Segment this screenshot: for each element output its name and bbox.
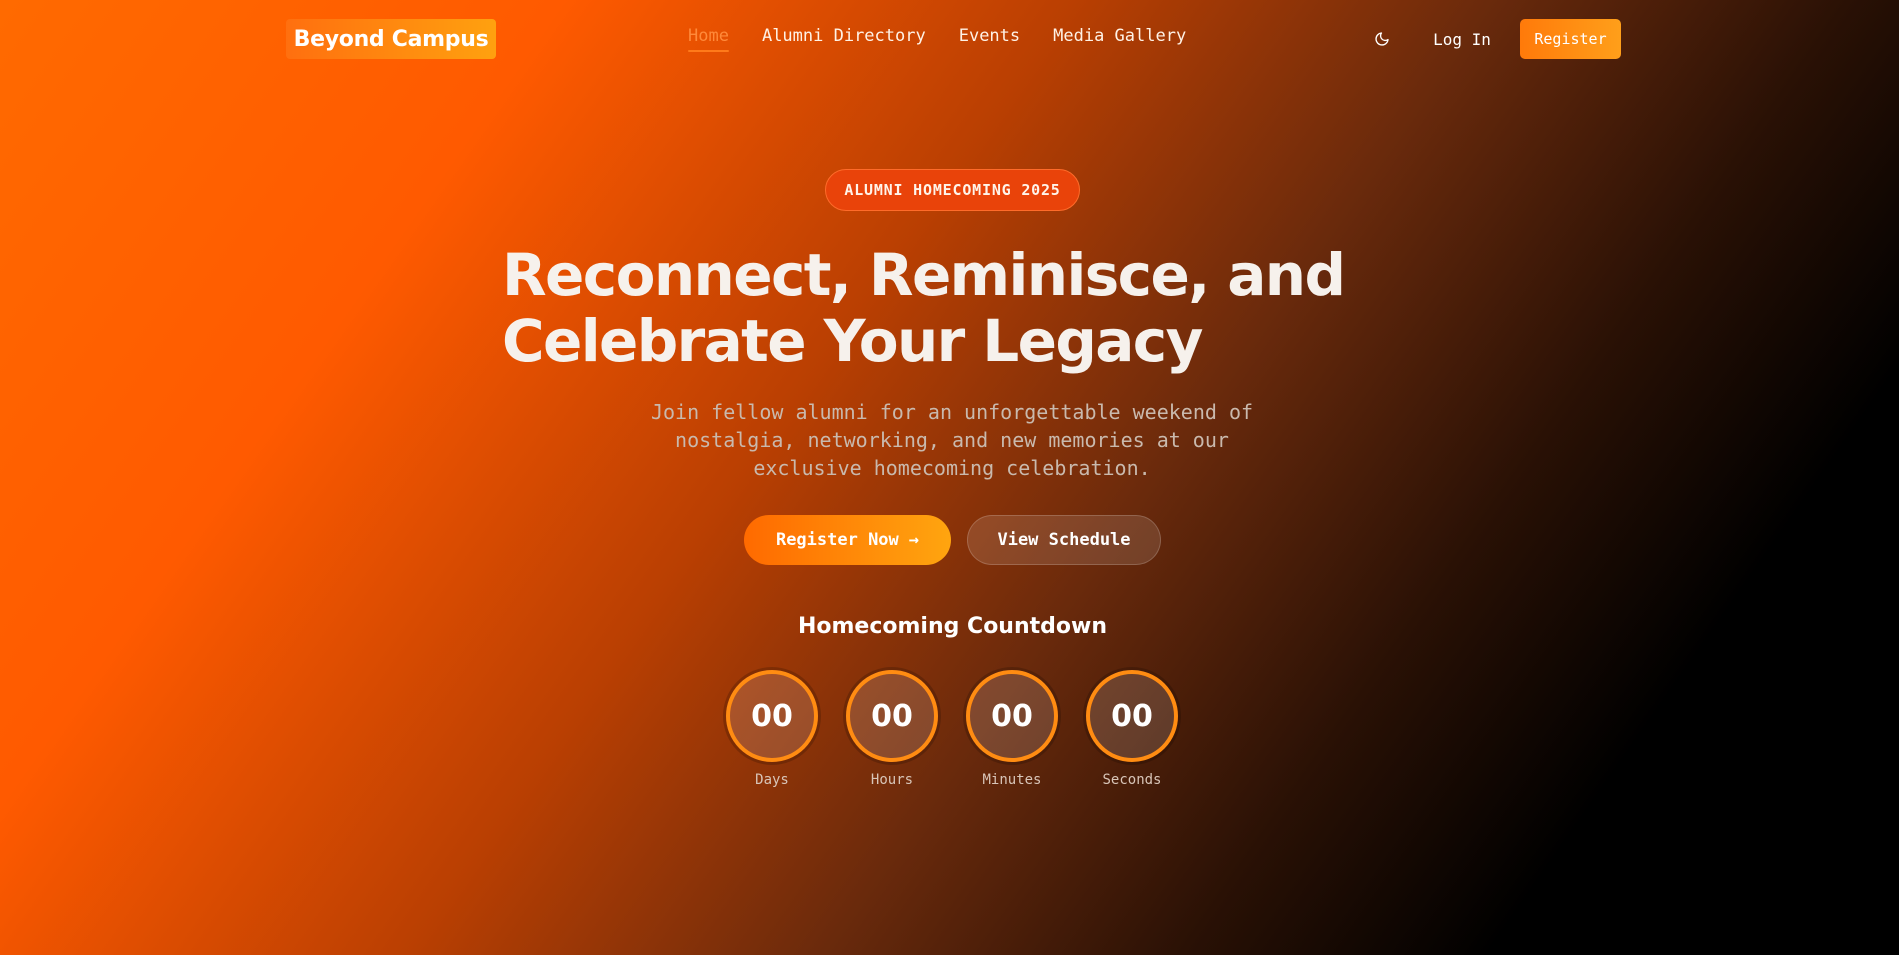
- view-schedule-button[interactable]: View Schedule: [967, 515, 1161, 565]
- moon-icon: [1375, 32, 1389, 46]
- register-button[interactable]: Register: [1520, 19, 1621, 59]
- countdown-minutes-value: 00: [966, 670, 1058, 762]
- login-button[interactable]: Log In: [1418, 19, 1506, 59]
- headline-line-1: Reconnect, Reminisce, and: [502, 241, 1346, 309]
- countdown-timer: 00 Days 00 Hours 00 Minutes 00 Seconds: [724, 670, 1184, 792]
- countdown-hours-value: 00: [846, 670, 938, 762]
- countdown-days-value: 00: [726, 670, 818, 762]
- countdown-minutes-label: Minutes: [982, 772, 1042, 788]
- site-logo[interactable]: Beyond Campus: [286, 19, 496, 59]
- countdown-hours-label: Hours: [870, 772, 914, 788]
- countdown-hours: 00 Hours: [844, 670, 940, 788]
- countdown-seconds-label: Seconds: [1102, 772, 1162, 788]
- nav-link-media-gallery[interactable]: Media Gallery: [1053, 26, 1186, 52]
- arrow-right-icon: →: [908, 530, 920, 550]
- countdown-days-label: Days: [755, 772, 789, 788]
- register-now-label: Register Now: [775, 530, 899, 550]
- countdown-title: Homecoming Countdown: [797, 614, 1107, 639]
- countdown-minutes: 00 Minutes: [964, 670, 1060, 788]
- event-badge: ALUMNI HOMECOMING 2025: [825, 169, 1080, 211]
- hero-subtext: Join fellow alumni for an unforgettable …: [650, 400, 1254, 480]
- top-navbar: Beyond Campus Home Alumni Directory Even…: [0, 0, 1899, 78]
- countdown-days: 00 Days: [724, 670, 820, 788]
- countdown-seconds: 00 Seconds: [1084, 670, 1180, 788]
- nav-link-alumni-directory[interactable]: Alumni Directory: [762, 26, 926, 52]
- hero-headline: Reconnect, Reminisce, and Celebrate Your…: [502, 242, 1402, 374]
- headline-line-2: Celebrate Your Legacy: [502, 307, 1203, 375]
- nav-link-events[interactable]: Events: [959, 26, 1020, 52]
- countdown-seconds-value: 00: [1086, 670, 1178, 762]
- register-now-button[interactable]: Register Now →: [744, 515, 951, 565]
- nav-link-home[interactable]: Home: [688, 26, 729, 52]
- nav-links: Home Alumni Directory Events Media Galle…: [688, 26, 1219, 52]
- theme-toggle-button[interactable]: [1370, 27, 1394, 51]
